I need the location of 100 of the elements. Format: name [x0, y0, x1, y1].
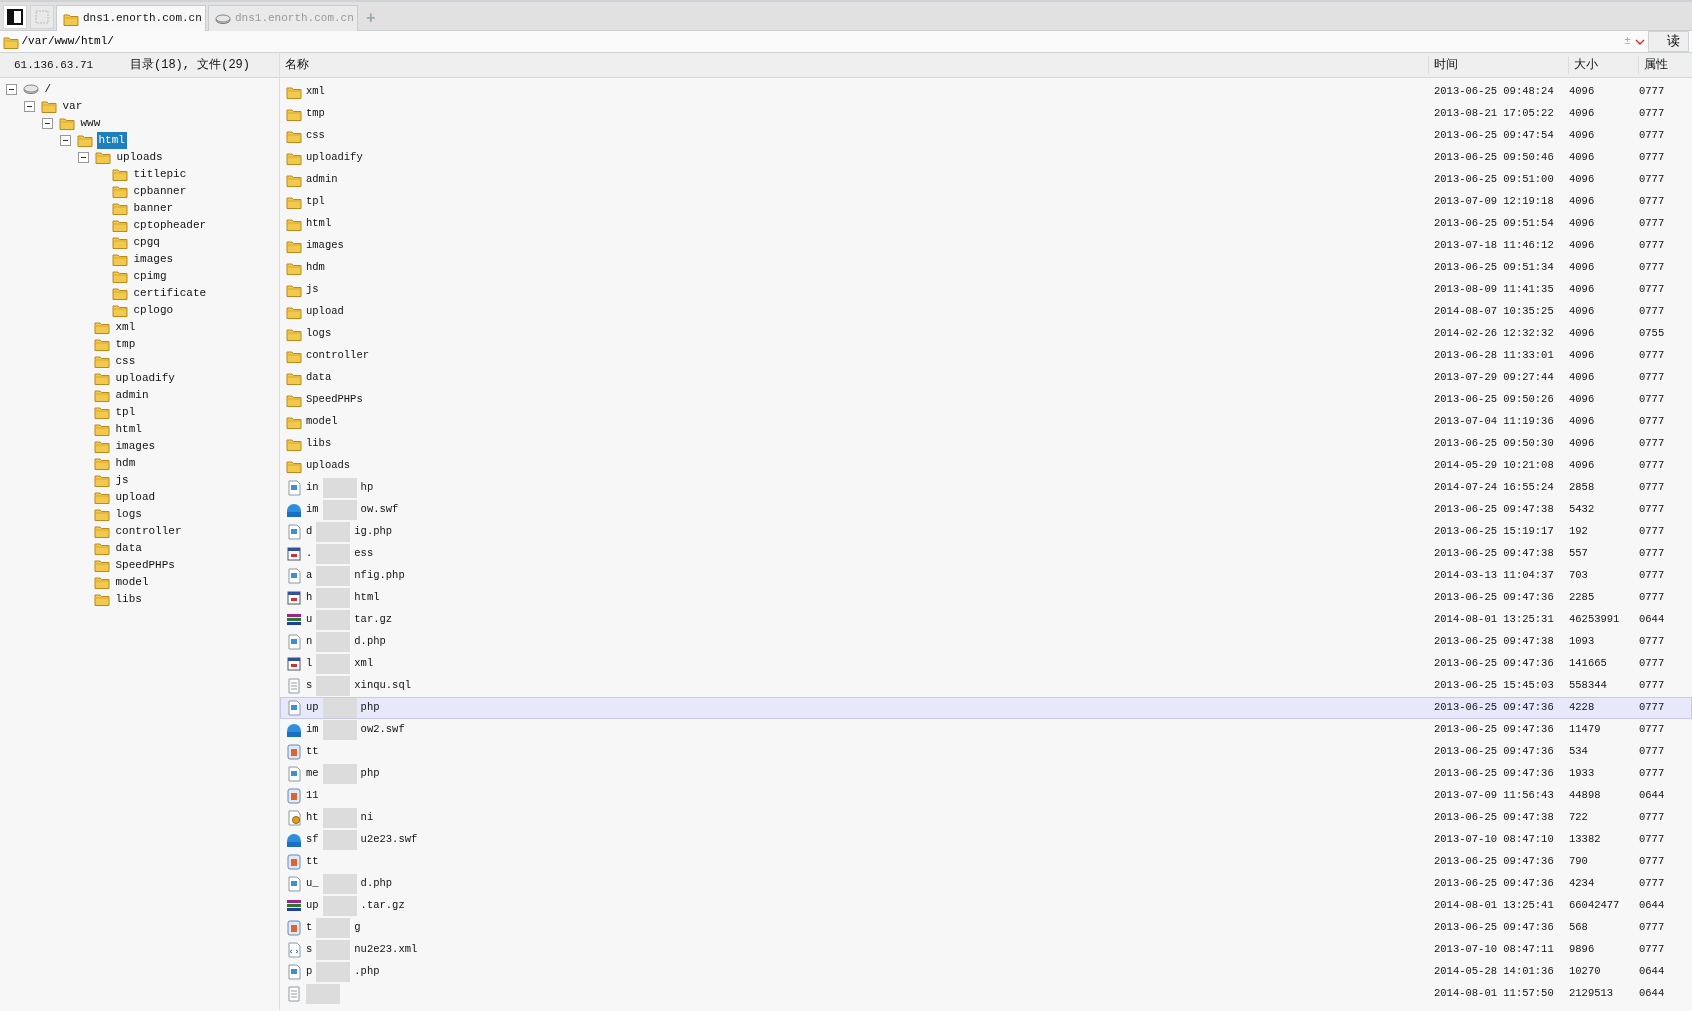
- tree-item[interactable]: uploadify: [113, 370, 177, 387]
- file-time: 2013-07-10 08:47:11: [1433, 941, 1555, 957]
- folder-icon: [93, 370, 110, 387]
- tree-item[interactable]: controller: [113, 523, 184, 540]
- file-time: 2014-08-01 11:57:50: [1433, 985, 1555, 1001]
- file-row[interactable]: 11 2013-07-09 11:56:43 44898 0644: [280, 784, 1692, 807]
- collapse-toggle-icon[interactable]: [5, 83, 17, 95]
- file-row[interactable]: up php 2013-06-25 09:47:36 4228 0777: [280, 696, 1692, 719]
- file-row[interactable]: h html 2013-06-25 09:47:36 2285 0777: [280, 586, 1692, 609]
- file-row[interactable]: p .php 2014-05-28 14:01:36 10270 0644: [280, 960, 1692, 983]
- file-attributes: 0777: [1639, 655, 1666, 671]
- tree-item[interactable]: cplogo: [131, 302, 176, 319]
- file-row[interactable]: d ig.php 2013-06-25 15:19:17 192 0777: [280, 520, 1692, 543]
- tree-item[interactable]: SpeedPHPs: [113, 557, 177, 574]
- file-row[interactable]: s nu2e23.xml 2013-07-10 08:47:11 9896 0777: [280, 938, 1692, 961]
- file-row[interactable]: up .tar.gz 2014-08-01 13:25:41 66042477 0644: [280, 894, 1692, 917]
- tree-item[interactable]: logs: [113, 506, 144, 523]
- tree-item[interactable]: cptopheader: [131, 217, 209, 234]
- collapse-toggle-icon[interactable]: [59, 134, 71, 146]
- file-row[interactable]: n d.php 2013-06-25 09:47:38 1093 0777: [280, 630, 1692, 653]
- file-row[interactable]: controller 2013-06-28 11:33:01 4096 0777: [280, 344, 1692, 367]
- tree-item[interactable]: images: [131, 251, 176, 268]
- tree-item[interactable]: var: [60, 98, 85, 115]
- panel-toggle-icon[interactable]: [3, 5, 27, 29]
- file-name: s: [306, 677, 313, 693]
- tree-item[interactable]: js: [113, 472, 131, 489]
- file-row[interactable]: u tar.gz 2014-08-01 13:25:31 46253991 0644: [280, 608, 1692, 631]
- file-row[interactable]: a nfig.php 2014-03-13 11:04:37 703 0777: [280, 564, 1692, 587]
- column-header[interactable]: 属性: [1638, 56, 1690, 74]
- collapse-toggle-icon[interactable]: [41, 117, 53, 129]
- file-row[interactable]: im ow.swf 2013-06-25 09:47:38 5432 0777: [280, 498, 1692, 521]
- tree-item[interactable]: libs: [113, 591, 144, 608]
- file-row[interactable]: uploadify 2013-06-25 09:50:46 4096 0777: [280, 146, 1692, 169]
- file-row[interactable]: images 2013-07-18 11:46:12 4096 0777: [280, 234, 1692, 257]
- tree-item[interactable]: cpbanner: [131, 183, 189, 200]
- collapse-toggle-icon[interactable]: [77, 151, 89, 163]
- tree-item[interactable]: html: [113, 421, 144, 438]
- file-row[interactable]: tmp 2013-08-21 17:05:22 4096 0777: [280, 102, 1692, 125]
- file-row[interactable]: css 2013-06-25 09:47:54 4096 0777: [280, 124, 1692, 147]
- file-row[interactable]: ht ni 2013-06-25 09:47:38 722 0777: [280, 806, 1692, 829]
- tree-item[interactable]: tpl: [113, 404, 138, 421]
- file-row[interactable]: SpeedPHPs 2013-06-25 09:50:26 4096 0777: [280, 388, 1692, 411]
- redaction-block: [322, 895, 357, 916]
- tree-item[interactable]: data: [113, 540, 144, 557]
- redaction-block: [322, 499, 357, 520]
- file-attributes: 0777: [1639, 633, 1666, 649]
- file-row[interactable]: model 2013-07-04 11:19:36 4096 0777: [280, 410, 1692, 433]
- file-row[interactable]: data 2013-07-29 09:27:44 4096 0777: [280, 366, 1692, 389]
- tree-item[interactable]: model: [113, 574, 151, 591]
- tree-item[interactable]: banner: [131, 200, 176, 217]
- file-row[interactable]: t g 2013-06-25 09:47:36 568 0777: [280, 916, 1692, 939]
- tree-item[interactable]: hdm: [113, 455, 138, 472]
- file-row[interactable]: js 2013-08-09 11:41:35 4096 0777: [280, 278, 1692, 301]
- tree-item[interactable]: cpimg: [131, 268, 169, 285]
- file-row[interactable]: tt 2013-06-25 09:47:36 534 0777: [280, 740, 1692, 763]
- file-size: 4096: [1569, 193, 1596, 209]
- file-time: 2013-06-25 09:47:36: [1433, 655, 1555, 671]
- tree-item[interactable]: upload: [113, 489, 158, 506]
- file-row[interactable]: hdm 2013-06-25 09:51:34 4096 0777: [280, 256, 1692, 279]
- file-row[interactable]: 2014-08-01 11:57:50 2129513 0644: [280, 982, 1692, 1005]
- tree-item[interactable]: images: [113, 438, 158, 455]
- tree-item[interactable]: css: [113, 353, 138, 370]
- file-row[interactable]: libs 2013-06-25 09:50:30 4096 0777: [280, 432, 1692, 455]
- tree-item[interactable]: titlepic: [131, 166, 189, 183]
- file-row[interactable]: im ow2.swf 2013-06-25 09:47:36 11479 0777: [280, 718, 1692, 741]
- file-row[interactable]: in hp 2014-07-24 16:55:24 2858 0777: [280, 476, 1692, 499]
- tree-item[interactable]: /: [42, 81, 54, 98]
- file-row[interactable]: tt 2013-06-25 09:47:36 790 0777: [280, 850, 1692, 873]
- file-row[interactable]: u_ d.php 2013-06-25 09:47:36 4234 0777: [280, 872, 1692, 895]
- tree-item[interactable]: uploads: [114, 149, 165, 166]
- file-name: h: [306, 589, 313, 605]
- tab[interactable]: dns1.enorth.com.cn: [56, 5, 206, 31]
- column-header[interactable]: 大小: [1568, 56, 1638, 74]
- path-field[interactable]: /var/www/html/: [21, 33, 1622, 50]
- column-header[interactable]: 时间: [1428, 56, 1568, 74]
- file-size: 4096: [1569, 171, 1596, 187]
- tree-item[interactable]: html: [96, 132, 127, 149]
- file-row[interactable]: upload 2014-08-07 10:35:25 4096 0777: [280, 300, 1692, 323]
- file-row[interactable]: me php 2013-06-25 09:47:36 1933 0777: [280, 762, 1692, 785]
- file-row[interactable]: . ess 2013-06-25 09:47:38 557 0777: [280, 542, 1692, 565]
- collapse-toggle-icon[interactable]: [23, 100, 35, 112]
- read-button[interactable]: 读: [1648, 31, 1690, 52]
- file-row[interactable]: sf u2e23.swf 2013-07-10 08:47:10 13382 0777: [280, 828, 1692, 851]
- file-name: u_: [306, 875, 319, 891]
- file-row[interactable]: s xinqu.sql 2013-06-25 15:45:03 558344 0777: [280, 674, 1692, 697]
- tree-item[interactable]: www: [78, 115, 103, 132]
- column-header[interactable]: 名称: [280, 56, 1428, 74]
- file-row[interactable]: tpl 2013-07-09 12:19:18 4096 0777: [280, 190, 1692, 213]
- file-row[interactable]: html 2013-06-25 09:51:54 4096 0777: [280, 212, 1692, 235]
- file-row[interactable]: admin 2013-06-25 09:51:00 4096 0777: [280, 168, 1692, 191]
- file-row[interactable]: uploads 2014-05-29 10:21:08 4096 0777: [280, 454, 1692, 477]
- file-row[interactable]: xml 2013-06-25 09:48:24 4096 0777: [280, 80, 1692, 103]
- file-row[interactable]: l xml 2013-06-25 09:47:36 141665 0777: [280, 652, 1692, 675]
- folder-icon: [93, 353, 110, 370]
- file-row[interactable]: logs 2014-02-26 12:32:32 4096 0755: [280, 322, 1692, 345]
- tree-item[interactable]: admin: [113, 387, 151, 404]
- tree-item[interactable]: tmp: [113, 336, 138, 353]
- tree-item[interactable]: xml: [113, 319, 138, 336]
- tree-item[interactable]: certificate: [131, 285, 209, 302]
- tree-item[interactable]: cpgq: [131, 234, 162, 251]
